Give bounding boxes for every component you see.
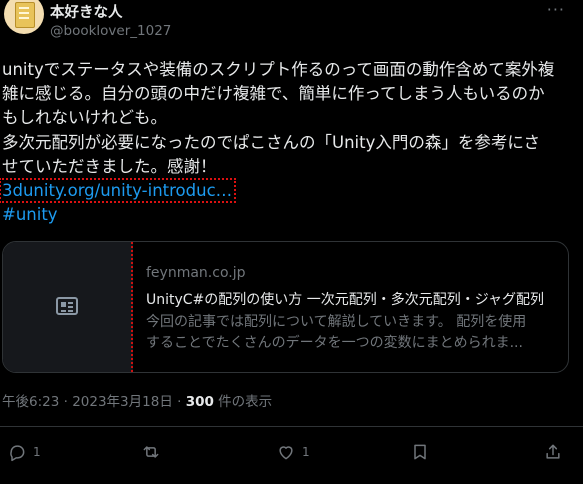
share-button[interactable] xyxy=(543,440,563,464)
card-thumbnail xyxy=(3,242,133,372)
card-description-line: 今回の記事では配列について解説していきます。 配列を使用 xyxy=(146,314,527,330)
reply-icon xyxy=(10,445,25,462)
share-icon xyxy=(546,444,560,459)
divider xyxy=(0,426,583,427)
tweet-hashtag[interactable]: #unity xyxy=(2,205,58,224)
reply-button[interactable]: 1 xyxy=(7,440,41,464)
card-domain: feynman.co.jp xyxy=(146,265,246,281)
link-preview-card[interactable]: feynman.co.jp UnityC#の配列の使い方 一次元配列・多次元配列… xyxy=(2,241,569,373)
bookmark-button[interactable] xyxy=(410,440,430,464)
author-display-name[interactable]: 本好きな人 xyxy=(50,1,123,22)
like-button[interactable]: 1 xyxy=(276,440,310,464)
tweet-timestamp[interactable]: 午後6:23 · 2023年3月18日 · xyxy=(2,394,186,410)
more-options-icon[interactable]: ··· xyxy=(547,0,565,19)
tweet-text: unityでステータスや装備のスクリプト作るのって画面の動作含めて案外複 雑に感… xyxy=(2,60,555,176)
bookmark-icon xyxy=(414,444,426,460)
news-article-icon xyxy=(56,297,78,315)
card-description-line: することでたくさんのデータを一つの変数にまとめられま... xyxy=(146,335,523,351)
book-icon xyxy=(15,2,35,28)
tweet-link[interactable]: 3dunity.org/unity-introduc… xyxy=(0,178,237,203)
retweet-icon xyxy=(143,446,159,458)
views-label: 件の表示 xyxy=(213,394,273,410)
card-description: 今回の記事では配列について解説していきます。 配列を使用 することでたくさんのデ… xyxy=(146,312,558,354)
avatar[interactable] xyxy=(4,0,44,34)
heart-icon xyxy=(279,446,293,460)
retweet-button[interactable] xyxy=(141,440,161,464)
like-count: 1 xyxy=(302,445,310,459)
views-count: 300 xyxy=(185,394,214,410)
card-title: UnityC#の配列の使い方 一次元配列・多次元配列・ジャグ配列 xyxy=(146,292,545,308)
author-handle[interactable]: @booklover_1027 xyxy=(50,23,171,39)
reply-count: 1 xyxy=(33,445,41,459)
tweet-meta: 午後6:23 · 2023年3月18日 · 300 件の表示 xyxy=(2,390,272,410)
